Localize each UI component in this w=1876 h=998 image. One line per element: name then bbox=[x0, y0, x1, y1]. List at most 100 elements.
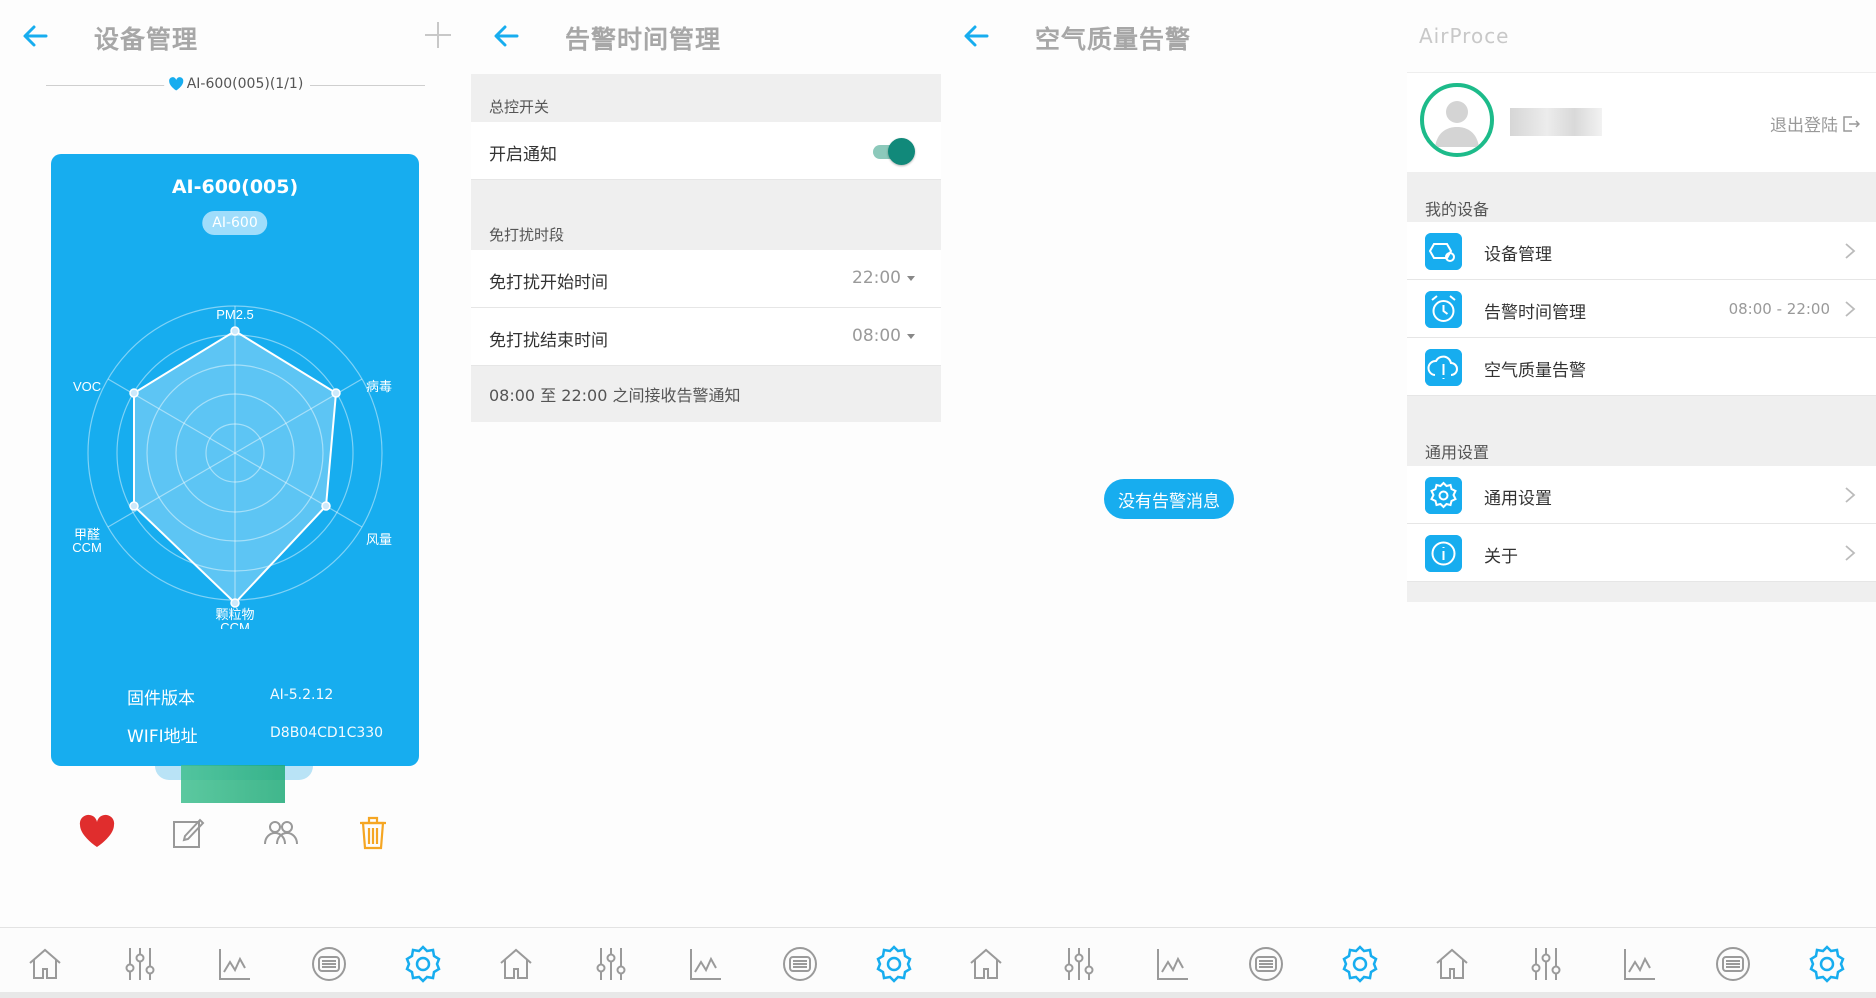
home-icon[interactable] bbox=[1432, 944, 1472, 984]
chevron-right-icon bbox=[1845, 487, 1856, 503]
device-name: AI-600(005) bbox=[171, 176, 299, 198]
redacted-username bbox=[1510, 108, 1602, 136]
device-gear-icon bbox=[1425, 233, 1462, 270]
settings-icon[interactable] bbox=[874, 944, 914, 984]
dnd-end-select[interactable]: 08:00 bbox=[852, 326, 915, 346]
device-pager: AI-600(005)(1/1) bbox=[46, 76, 425, 96]
notify-row[interactable]: 开启通知 bbox=[471, 122, 941, 180]
page-title: 设备管理 bbox=[94, 25, 199, 54]
bottom-tabbar bbox=[941, 927, 1407, 998]
radar-label-wind: 风量 bbox=[366, 532, 392, 547]
radar-label-particles-unit: CCM bbox=[220, 620, 250, 629]
section-label: 免打扰时段 bbox=[489, 226, 565, 244]
firmware-value: AI-5.2.12 bbox=[270, 687, 334, 703]
settings-icon[interactable] bbox=[1807, 944, 1847, 984]
dnd-start-label: 免打扰开始时间 bbox=[489, 273, 608, 293]
settings-screen: AirProce 退出登陆 我的设备 设备管理 告警时间管理 08:00 - 2… bbox=[1407, 0, 1876, 998]
filter-icon[interactable] bbox=[1246, 944, 1286, 984]
page-title: 空气质量告警 bbox=[1035, 25, 1192, 54]
logout-icon bbox=[1843, 115, 1860, 132]
radar-label-voc: VOC bbox=[73, 379, 101, 394]
dnd-start-select[interactable]: 22:00 bbox=[852, 268, 915, 288]
menu-device-management[interactable]: 设备管理 bbox=[1407, 222, 1876, 280]
firmware-row: 固件版本 AI-5.2.12 bbox=[51, 684, 419, 712]
chevron-right-icon bbox=[1845, 243, 1856, 259]
notify-label: 开启通知 bbox=[489, 145, 557, 165]
add-device-icon[interactable] bbox=[423, 20, 453, 50]
bottom-tabbar bbox=[1407, 927, 1876, 998]
menu-alarm-time[interactable]: 告警时间管理 08:00 - 22:00 bbox=[1407, 280, 1876, 338]
home-icon[interactable] bbox=[496, 944, 536, 984]
chart-line-icon[interactable] bbox=[1620, 944, 1660, 984]
alarm-time-screen: 告警时间管理 总控开关 开启通知 免打扰时段 免打扰开始时间 22:00 免打扰… bbox=[471, 0, 941, 998]
section-dnd: 免打扰时段 bbox=[471, 180, 941, 250]
sliders-icon[interactable] bbox=[1059, 944, 1099, 984]
sliders-icon[interactable] bbox=[1526, 944, 1566, 984]
brand-logo: AirProce bbox=[1419, 24, 1510, 48]
pager-text: AI-600(005)(1/1) bbox=[186, 76, 304, 92]
firmware-label: 固件版本 bbox=[127, 689, 195, 709]
wifi-row: WIFI地址 D8B04CD1C330 bbox=[51, 722, 419, 750]
user-silhouette-icon bbox=[1435, 101, 1479, 147]
radar-label-virus: 病毒 bbox=[366, 379, 392, 394]
page-title: 告警时间管理 bbox=[565, 25, 722, 54]
section-general: 通用设置 bbox=[1407, 396, 1876, 466]
chevron-right-icon bbox=[1845, 301, 1856, 317]
edit-icon[interactable] bbox=[169, 812, 209, 852]
cloud-alert-icon bbox=[1425, 349, 1462, 386]
settings-icon[interactable] bbox=[1340, 944, 1380, 984]
radar-label-pm25: PM2.5 bbox=[216, 307, 254, 322]
sliders-icon[interactable] bbox=[120, 944, 160, 984]
chart-line-icon[interactable] bbox=[1153, 944, 1193, 984]
alarm-clock-icon bbox=[1425, 291, 1462, 328]
notify-toggle[interactable] bbox=[869, 137, 915, 165]
chart-line-icon[interactable] bbox=[215, 944, 255, 984]
home-icon[interactable] bbox=[966, 944, 1006, 984]
profile-card: 退出登陆 bbox=[1407, 72, 1876, 172]
menu-air-quality-alarm[interactable]: 空气质量告警 bbox=[1407, 338, 1876, 396]
menu-general-settings[interactable]: 通用设置 bbox=[1407, 466, 1876, 524]
dnd-end-row[interactable]: 免打扰结束时间 08:00 bbox=[471, 308, 941, 366]
device-card: AI-600(005) AI-600 PM2.5 病毒 风量 颗粒物 CCM 甲… bbox=[51, 154, 419, 766]
wifi-label: WIFI地址 bbox=[127, 727, 198, 747]
filter-icon[interactable] bbox=[1713, 944, 1753, 984]
air-quality-alarm-screen: 空气质量告警 没有告警消息 bbox=[941, 0, 1407, 998]
radar-area bbox=[133, 329, 338, 605]
logout-button[interactable]: 退出登陆 bbox=[1770, 111, 1860, 136]
device-actions bbox=[0, 812, 471, 852]
chart-line-icon[interactable] bbox=[686, 944, 726, 984]
header: 设备管理 bbox=[0, 0, 471, 72]
home-icon[interactable] bbox=[25, 944, 65, 984]
back-arrow-icon[interactable] bbox=[491, 22, 521, 50]
wifi-value: D8B04CD1C330 bbox=[270, 725, 384, 741]
chevron-right-icon bbox=[1845, 545, 1856, 561]
back-arrow-icon[interactable] bbox=[20, 22, 50, 50]
radar-label-formaldehyde-unit: CCM bbox=[72, 540, 102, 555]
section-master: 总控开关 bbox=[471, 74, 941, 122]
settings-icon[interactable] bbox=[403, 944, 443, 984]
header: 空气质量告警 bbox=[941, 0, 1407, 72]
bottom-tabbar bbox=[0, 927, 471, 998]
section-my-devices: 我的设备 bbox=[1407, 172, 1876, 222]
divider bbox=[46, 85, 171, 86]
section-label: 总控开关 bbox=[489, 98, 550, 116]
notify-window-note: 08:00 至 22:00 之间接收告警通知 bbox=[489, 386, 741, 405]
menu-about[interactable]: 关于 bbox=[1407, 524, 1876, 582]
back-arrow-icon[interactable] bbox=[961, 22, 991, 50]
sliders-icon[interactable] bbox=[591, 944, 631, 984]
device-management-screen: 设备管理 AI-600(005)(1/1) AI-600(005) AI-600 bbox=[0, 0, 471, 998]
filter-icon[interactable] bbox=[780, 944, 820, 984]
model-badge: AI-600 bbox=[202, 211, 268, 235]
avatar[interactable] bbox=[1420, 83, 1494, 157]
heart-icon[interactable] bbox=[77, 812, 117, 852]
bottom-tabbar bbox=[471, 927, 941, 998]
empty-state-badge: 没有告警消息 bbox=[1104, 479, 1234, 519]
share-users-icon[interactable] bbox=[261, 812, 301, 852]
dnd-start-row[interactable]: 免打扰开始时间 22:00 bbox=[471, 250, 941, 308]
caret-down-icon bbox=[907, 333, 915, 339]
trash-icon[interactable] bbox=[353, 812, 393, 852]
filter-icon[interactable] bbox=[309, 944, 349, 984]
heart-icon bbox=[168, 77, 183, 91]
section-footer bbox=[1407, 582, 1876, 602]
caret-down-icon bbox=[907, 275, 915, 281]
